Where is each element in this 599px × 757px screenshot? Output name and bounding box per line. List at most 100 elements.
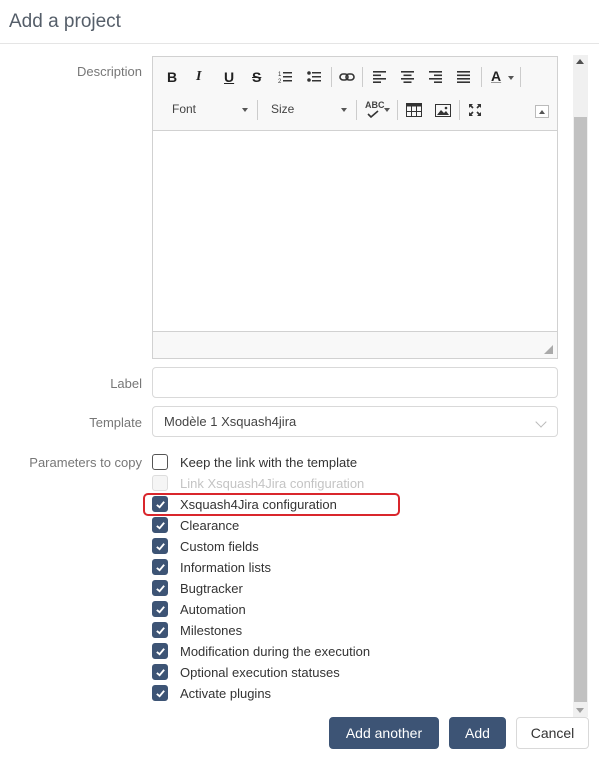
- chevron-down-icon: [535, 416, 547, 428]
- template-select[interactable]: Modèle 1 Xsquash4jira: [152, 406, 558, 437]
- parameters-label: Parameters to copy: [29, 455, 142, 470]
- parameter-item[interactable]: Custom fields: [152, 536, 259, 556]
- parameter-label: Optional execution statuses: [180, 664, 340, 680]
- parameter-label: Bugtracker: [180, 580, 243, 596]
- parameter-checkbox[interactable]: [152, 538, 168, 554]
- parameter-checkbox[interactable]: [152, 517, 168, 533]
- font-caret-icon[interactable]: [242, 108, 248, 112]
- template-field-label: Template: [89, 415, 142, 430]
- parameter-checkbox[interactable]: [152, 559, 168, 575]
- scrollbar[interactable]: [573, 55, 588, 717]
- strikethrough-button[interactable]: S: [252, 67, 261, 87]
- cancel-button[interactable]: Cancel: [516, 717, 589, 749]
- bold-button[interactable]: B: [167, 67, 177, 87]
- spellcheck-button[interactable]: ABC: [365, 100, 385, 118]
- checkmark-icon: [155, 668, 165, 677]
- bulleted-list-icon[interactable]: [307, 67, 321, 87]
- description-editor: B I U S 12 A Font Size ABC: [152, 56, 558, 359]
- svg-text:1: 1: [278, 72, 282, 78]
- label-field-label: Label: [110, 376, 142, 391]
- label-input[interactable]: [152, 367, 558, 398]
- parameter-checkbox[interactable]: [152, 601, 168, 617]
- parameter-checkbox[interactable]: [152, 664, 168, 680]
- dialog-title: Add a project: [9, 11, 121, 32]
- parameter-label: Automation: [180, 601, 246, 617]
- spellcheck-caret-icon[interactable]: [384, 108, 390, 112]
- parameter-label: Link Xsquash4Jira configuration: [180, 475, 365, 491]
- maximize-icon[interactable]: [468, 100, 482, 120]
- checkmark-icon: [155, 542, 165, 551]
- editor-content-area[interactable]: [153, 131, 557, 332]
- toolbar-separator: [331, 67, 332, 87]
- parameter-item[interactable]: Activate plugins: [152, 683, 271, 703]
- parameter-label: Clearance: [180, 517, 240, 533]
- font-dropdown[interactable]: Font: [172, 102, 196, 116]
- scroll-down-icon[interactable]: [576, 708, 584, 713]
- image-icon[interactable]: [435, 100, 451, 120]
- resize-handle-icon[interactable]: [544, 345, 553, 354]
- checkmark-icon: [155, 626, 165, 635]
- align-center-icon[interactable]: [401, 67, 414, 87]
- parameter-item[interactable]: Automation: [152, 599, 246, 619]
- parameter-item[interactable]: Milestones: [152, 620, 242, 640]
- description-label: Description: [76, 64, 142, 79]
- toolbar-separator: [481, 67, 482, 87]
- toolbar-separator: [459, 100, 460, 120]
- parameter-label: Modification during the execution: [180, 643, 371, 659]
- svg-text:2: 2: [278, 79, 282, 84]
- align-right-icon[interactable]: [429, 67, 442, 87]
- parameter-label: Milestones: [180, 622, 243, 638]
- collapse-toolbar-button[interactable]: [535, 105, 549, 118]
- checkmark-icon: [367, 110, 379, 118]
- text-color-caret-icon[interactable]: [508, 76, 514, 80]
- parameter-checkbox[interactable]: [152, 643, 168, 659]
- parameter-label: Keep the link with the template: [180, 454, 358, 470]
- parameter-item[interactable]: Information lists: [152, 557, 271, 577]
- align-left-icon[interactable]: [373, 67, 386, 87]
- checkmark-icon: [155, 689, 165, 698]
- add-button[interactable]: Add: [449, 717, 506, 749]
- parameter-checkbox: [152, 475, 168, 491]
- dialog-header: Add a project: [0, 0, 599, 44]
- parameter-checkbox[interactable]: [152, 580, 168, 596]
- template-select-value: Modèle 1 Xsquash4jira: [164, 414, 297, 429]
- italic-button[interactable]: I: [196, 67, 201, 87]
- parameter-checkbox[interactable]: [152, 685, 168, 701]
- checkmark-icon: [155, 521, 165, 530]
- toolbar-separator: [520, 67, 521, 87]
- toolbar-separator: [257, 100, 258, 120]
- spellcheck-label: ABC: [365, 100, 385, 110]
- scroll-up-icon[interactable]: [576, 59, 584, 64]
- caret-up-icon: [539, 109, 545, 114]
- highlight-annotation: [143, 493, 400, 516]
- numbered-list-icon[interactable]: 12: [278, 67, 292, 87]
- add-another-button[interactable]: Add another: [329, 717, 439, 749]
- table-icon[interactable]: [406, 100, 422, 120]
- parameter-item: Link Xsquash4Jira configuration: [152, 473, 364, 493]
- toolbar-separator: [356, 100, 357, 120]
- underline-button[interactable]: U: [224, 67, 234, 87]
- link-icon[interactable]: [339, 67, 355, 87]
- text-color-button[interactable]: A: [491, 66, 501, 86]
- checkmark-icon: [155, 647, 165, 656]
- parameter-checkbox[interactable]: [152, 454, 168, 470]
- checkmark-icon: [155, 563, 165, 572]
- parameter-label: Custom fields: [180, 538, 259, 554]
- toolbar-separator: [362, 67, 363, 87]
- parameter-item[interactable]: Modification during the execution: [152, 641, 370, 661]
- parameter-checkbox[interactable]: [152, 622, 168, 638]
- size-caret-icon[interactable]: [341, 108, 347, 112]
- parameter-label: Information lists: [180, 559, 272, 575]
- toolbar-separator: [397, 100, 398, 120]
- editor-toolbar: B I U S 12 A Font Size ABC: [153, 57, 557, 131]
- parameter-item[interactable]: Optional execution statuses: [152, 662, 340, 682]
- size-dropdown[interactable]: Size: [271, 102, 294, 116]
- parameter-label: Activate plugins: [180, 685, 272, 701]
- checkmark-icon: [155, 584, 165, 593]
- parameter-item[interactable]: Keep the link with the template: [152, 452, 357, 472]
- parameter-item[interactable]: Clearance: [152, 515, 239, 535]
- justify-icon[interactable]: [457, 67, 470, 87]
- parameter-item[interactable]: Bugtracker: [152, 578, 243, 598]
- scrollbar-thumb[interactable]: [574, 117, 587, 702]
- checkmark-icon: [155, 605, 165, 614]
